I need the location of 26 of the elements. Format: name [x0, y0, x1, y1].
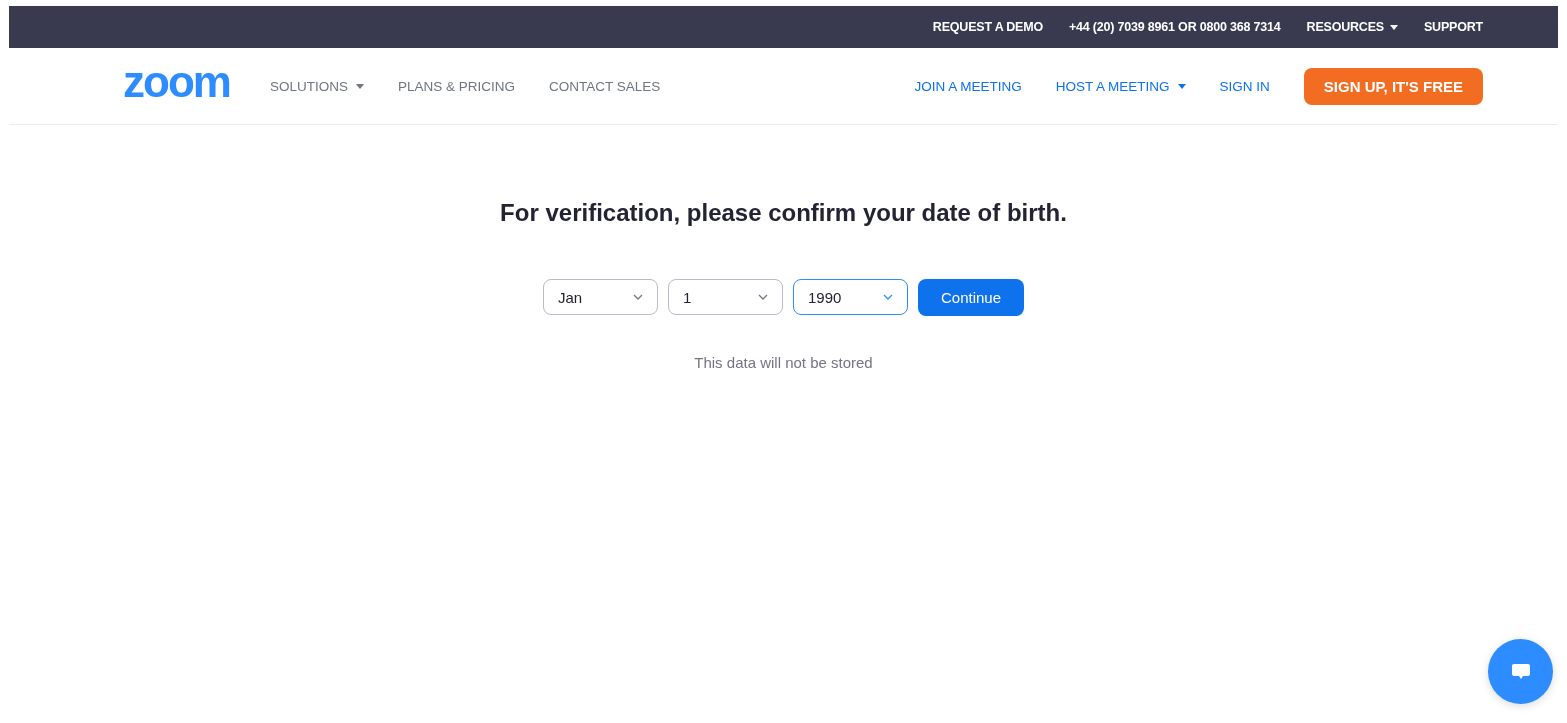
top-bar-link[interactable]: REQUEST A DEMO: [932, 20, 1043, 34]
caret-icon: [355, 83, 364, 89]
nav-link[interactable]: SOLUTIONS: [269, 78, 364, 94]
zoom-logo[interactable]: zoom: [123, 60, 230, 104]
top-bar-link[interactable]: RESOURCES: [1306, 20, 1398, 34]
chat-button[interactable]: [1488, 639, 1553, 704]
nav-link[interactable]: SIGN IN: [1219, 78, 1270, 94]
chevron-down-icon: [758, 294, 768, 300]
privacy-note: This data will not be stored: [694, 354, 873, 371]
date-select[interactable]: 1: [668, 279, 783, 315]
nav-link[interactable]: HOST A MEETING: [1055, 78, 1186, 94]
chevron-down-icon: [633, 294, 643, 300]
nav-link[interactable]: PLANS & PRICING: [397, 78, 515, 94]
sign-up-button[interactable]: SIGN UP, IT'S FREE: [1303, 67, 1483, 105]
nav-link[interactable]: CONTACT SALES: [548, 78, 661, 94]
verification-heading: For verification, please confirm your date of birth.: [500, 199, 1067, 227]
top-bar-link[interactable]: SUPPORT: [1423, 20, 1483, 34]
continue-button[interactable]: Continue: [918, 279, 1024, 316]
chevron-down-icon: [883, 294, 893, 300]
caret-icon: [1389, 24, 1398, 30]
nav-link[interactable]: JOIN A MEETING: [914, 78, 1022, 94]
caret-icon: [1177, 83, 1186, 89]
top-bar-link[interactable]: +44 (20) 7039 8961 OR 0800 368 7314: [1069, 20, 1281, 34]
date-select[interactable]: 1990: [793, 279, 908, 315]
date-select[interactable]: Jan: [543, 279, 658, 315]
chat-bubble-icon: [1510, 662, 1531, 681]
